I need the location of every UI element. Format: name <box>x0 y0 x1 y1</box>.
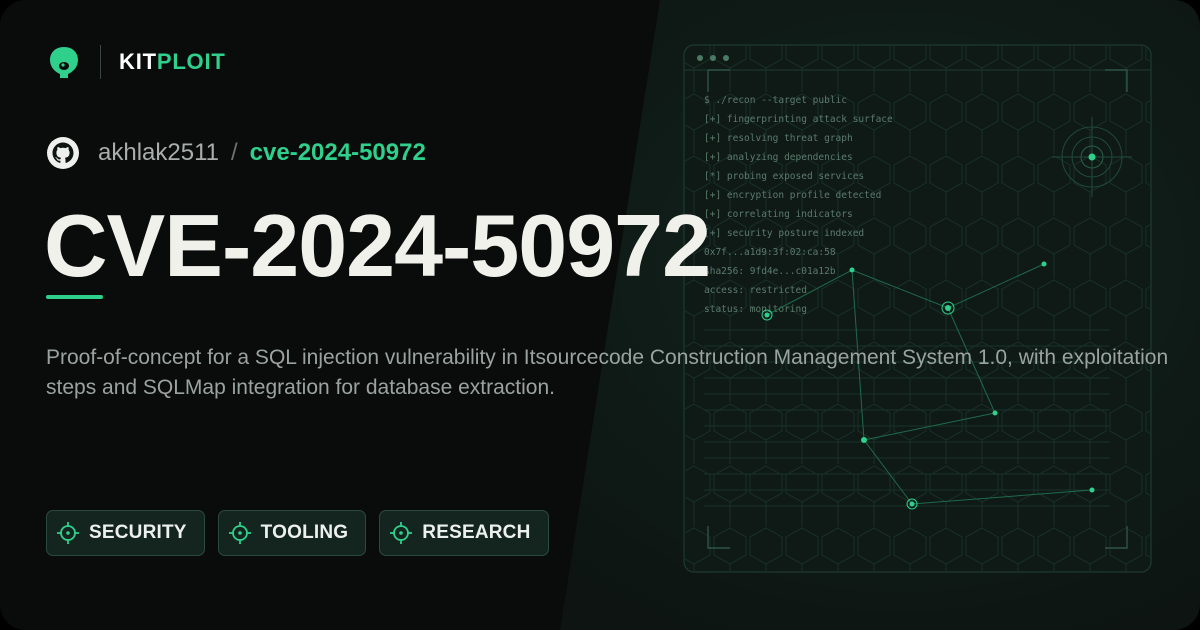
title-underline <box>46 295 103 299</box>
terminal-line: [+] analyzing dependencies <box>704 152 853 163</box>
window-dot-icon <box>710 55 716 61</box>
crosshair-icon <box>57 522 79 544</box>
github-icon <box>47 137 79 169</box>
crosshair-icon <box>228 522 251 544</box>
terminal-line: access: restricted <box>704 285 807 296</box>
page-title: CVE-2024-50972 <box>44 196 711 295</box>
terminal-line: [+] correlating indicators <box>704 209 853 220</box>
crosshair-icon <box>390 522 413 544</box>
terminal-line: [+] resolving threat graph <box>704 133 853 144</box>
brand-divider <box>100 45 101 79</box>
brand-name-part1: KIT <box>119 49 157 74</box>
tag-tooling[interactable]: TOOLING <box>217 510 367 556</box>
repo-description: Proof-of-concept for a SQL injection vul… <box>46 346 1169 399</box>
repo-separator: / <box>230 139 238 166</box>
window-dot-icon <box>723 55 729 61</box>
tag-label: SECURITY <box>89 522 187 543</box>
repo-name[interactable]: cve-2024-50972 <box>250 139 426 167</box>
alien-head-logo-icon <box>50 47 78 78</box>
terminal-line: [+] encryption profile detected <box>704 190 881 201</box>
repo-breadcrumb: akhlak2511 / cve-2024-50972 <box>46 134 426 172</box>
window-dot-icon <box>697 55 703 61</box>
tag-list: SECURITY TOOLING RESEARCH <box>46 510 549 556</box>
terminal-line: [+] security posture indexed <box>704 228 864 239</box>
terminal-line: status: monitoring <box>704 304 807 315</box>
terminal-line: [*] probing exposed services <box>704 171 864 182</box>
social-card: $ ./recon --target public [+] fingerprin… <box>0 0 1200 630</box>
terminal-illustration: $ ./recon --target public [+] fingerprin… <box>683 44 1152 573</box>
tag-label: RESEARCH <box>422 522 531 543</box>
tag-security[interactable]: SECURITY <box>46 510 205 556</box>
brand-name: KITPLOIT <box>119 49 226 75</box>
brand: KITPLOIT <box>46 42 226 82</box>
brand-name-part2: PLOIT <box>156 49 226 74</box>
terminal-line: $ ./recon --target public <box>704 95 847 106</box>
repo-owner[interactable]: akhlak2511 <box>98 139 219 167</box>
tag-research[interactable]: RESEARCH <box>379 510 549 556</box>
terminal-line: 0x7f...a1d9:3f:02:ca:58 <box>704 247 836 258</box>
terminal-line: [+] fingerprinting attack surface <box>704 114 893 125</box>
terminal-line: sha256: 9fd4e...c01a12b <box>704 266 836 277</box>
tag-label: TOOLING <box>260 522 349 543</box>
